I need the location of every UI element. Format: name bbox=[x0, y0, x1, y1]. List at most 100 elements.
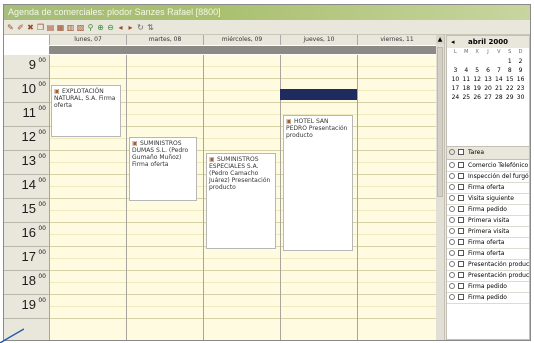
mini-calendar-day[interactable]: 10 bbox=[450, 76, 461, 84]
next-icon[interactable]: ▸ bbox=[126, 23, 135, 32]
time-slot[interactable] bbox=[204, 283, 280, 295]
time-slot[interactable] bbox=[127, 115, 203, 127]
time-slot[interactable] bbox=[50, 175, 126, 187]
mini-calendar-day[interactable]: 4 bbox=[461, 67, 472, 75]
time-slot[interactable] bbox=[358, 187, 436, 199]
day-column-fri[interactable] bbox=[357, 55, 436, 340]
time-slot[interactable] bbox=[127, 259, 203, 271]
time-slot[interactable] bbox=[358, 79, 436, 91]
mini-calendar-day[interactable]: 30 bbox=[515, 94, 526, 102]
time-slot[interactable] bbox=[281, 307, 357, 319]
time-slot[interactable] bbox=[358, 127, 436, 139]
task-checkbox[interactable] bbox=[458, 173, 464, 179]
time-slot[interactable] bbox=[127, 247, 203, 259]
mini-calendar-day[interactable] bbox=[472, 58, 483, 66]
time-slot[interactable] bbox=[50, 271, 126, 283]
mini-calendar-day[interactable]: 3 bbox=[450, 67, 461, 75]
calendar-scrollbar[interactable]: ▲ bbox=[436, 35, 445, 340]
selected-slot-bar[interactable] bbox=[280, 89, 357, 100]
time-slot[interactable] bbox=[50, 67, 126, 79]
mini-calendar-day[interactable]: 19 bbox=[472, 85, 483, 93]
time-slot[interactable] bbox=[358, 211, 436, 223]
mini-calendar-day[interactable]: 22 bbox=[504, 85, 515, 93]
mini-calendar-day[interactable]: 24 bbox=[450, 94, 461, 102]
time-slot[interactable] bbox=[204, 127, 280, 139]
mini-calendar-day[interactable]: 8 bbox=[504, 67, 515, 75]
mini-calendar-day[interactable]: 13 bbox=[483, 76, 494, 84]
mini-calendar-day[interactable]: 5 bbox=[472, 67, 483, 75]
time-slot[interactable] bbox=[127, 67, 203, 79]
time-slot[interactable] bbox=[127, 307, 203, 319]
task-checkbox[interactable] bbox=[458, 272, 464, 278]
task-checkbox[interactable] bbox=[458, 195, 464, 201]
time-slot[interactable] bbox=[358, 259, 436, 271]
scroll-up-icon[interactable]: ▲ bbox=[436, 35, 444, 44]
time-slot[interactable] bbox=[358, 115, 436, 127]
task-checkbox[interactable] bbox=[458, 294, 464, 300]
day-icon[interactable]: ▥ bbox=[66, 23, 75, 32]
prev-month-icon[interactable]: ◂ bbox=[451, 36, 455, 48]
mini-calendar-day[interactable]: 11 bbox=[461, 76, 472, 84]
mini-calendar-day[interactable]: 12 bbox=[472, 76, 483, 84]
time-slot[interactable] bbox=[127, 223, 203, 235]
mini-calendar-day[interactable]: 25 bbox=[461, 94, 472, 102]
time-slot[interactable] bbox=[50, 55, 126, 67]
appointment-suministros-dumas[interactable]: ▣ SUMINISTROS DUMAS S.L. (Pedro Gumaño Mu… bbox=[129, 137, 197, 201]
zoom-in-icon[interactable]: ⊕ bbox=[96, 23, 105, 32]
find-icon[interactable]: ⚲ bbox=[86, 23, 95, 32]
time-slot[interactable] bbox=[50, 199, 126, 211]
time-slot[interactable] bbox=[358, 151, 436, 163]
task-checkbox[interactable] bbox=[458, 261, 464, 267]
week-icon[interactable]: ▦ bbox=[56, 23, 65, 32]
mini-calendar-day[interactable]: 15 bbox=[504, 76, 515, 84]
time-slot[interactable] bbox=[358, 283, 436, 295]
mini-calendar-day[interactable]: 6 bbox=[483, 67, 494, 75]
time-slot[interactable] bbox=[127, 91, 203, 103]
mini-calendar-day[interactable]: 18 bbox=[461, 85, 472, 93]
appointment-explotacion[interactable]: ▣ EXPLOTACIÓN NATURAL, S.A. Firma oferta bbox=[51, 85, 121, 137]
day-header-thu[interactable]: jueves, 10 bbox=[280, 35, 357, 45]
mini-calendar-day[interactable] bbox=[493, 58, 504, 66]
time-slot[interactable] bbox=[50, 187, 126, 199]
mini-calendar-day[interactable]: 9 bbox=[515, 67, 526, 75]
mini-calendar-day[interactable]: 28 bbox=[493, 94, 504, 102]
task-checkbox[interactable] bbox=[458, 184, 464, 190]
time-slot[interactable] bbox=[358, 139, 436, 151]
task-checkbox[interactable] bbox=[458, 206, 464, 212]
time-slot[interactable] bbox=[358, 67, 436, 79]
time-slot[interactable] bbox=[204, 259, 280, 271]
task-checkbox[interactable] bbox=[458, 239, 464, 245]
time-slot[interactable] bbox=[204, 295, 280, 307]
time-slot[interactable] bbox=[50, 307, 126, 319]
time-slot[interactable] bbox=[50, 247, 126, 259]
time-slot[interactable] bbox=[358, 199, 436, 211]
prev-icon[interactable]: ◂ bbox=[116, 23, 125, 32]
time-slot[interactable] bbox=[127, 55, 203, 67]
header-checkbox[interactable] bbox=[458, 149, 464, 155]
time-slot[interactable] bbox=[281, 259, 357, 271]
task-row[interactable]: Firma pedido bbox=[447, 292, 529, 304]
time-slot[interactable] bbox=[127, 235, 203, 247]
time-slot[interactable] bbox=[358, 295, 436, 307]
time-slot[interactable] bbox=[358, 271, 436, 283]
mini-calendar-day[interactable] bbox=[461, 58, 472, 66]
time-slot[interactable] bbox=[50, 235, 126, 247]
time-slot[interactable] bbox=[358, 235, 436, 247]
day-header-wed[interactable]: miércoles, 09 bbox=[203, 35, 280, 45]
time-slot[interactable] bbox=[358, 91, 436, 103]
time-slot[interactable] bbox=[50, 151, 126, 163]
time-slot[interactable] bbox=[50, 259, 126, 271]
time-slot[interactable] bbox=[358, 103, 436, 115]
time-slot[interactable] bbox=[127, 283, 203, 295]
task-checkbox[interactable] bbox=[458, 250, 464, 256]
scroll-thumb[interactable] bbox=[437, 47, 443, 197]
task-checkbox[interactable] bbox=[458, 283, 464, 289]
task-checkbox[interactable] bbox=[458, 228, 464, 234]
mini-calendar-day[interactable]: 14 bbox=[493, 76, 504, 84]
sort-icon[interactable]: ⇅ bbox=[146, 23, 155, 32]
all-day-strip[interactable] bbox=[49, 46, 436, 54]
mini-calendar-day[interactable]: 23 bbox=[515, 85, 526, 93]
day-header-fri[interactable]: viernes, 11 bbox=[357, 35, 436, 45]
calendar-grid[interactable]: ▣ EXPLOTACIÓN NATURAL, S.A. Firma oferta … bbox=[49, 55, 436, 340]
month-icon[interactable]: ▧ bbox=[76, 23, 85, 32]
